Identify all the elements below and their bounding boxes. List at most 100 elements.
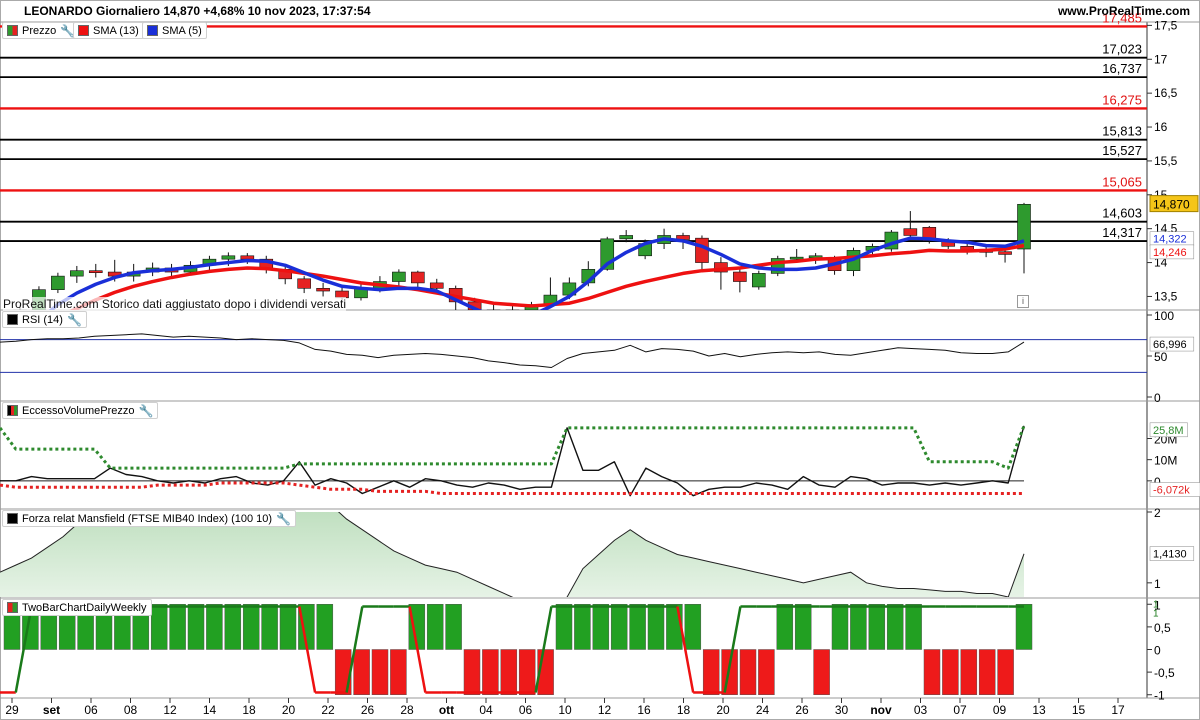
daily-bar: [463, 649, 481, 695]
daily-bar: [978, 649, 996, 695]
wrench-icon[interactable]: 🔧: [276, 512, 291, 526]
candle-body: [751, 273, 766, 288]
daily-bar: [574, 604, 591, 650]
mansfield-swatch-icon: [7, 513, 18, 524]
evp-legend[interactable]: EccessoVolumePrezzo 🔧: [2, 402, 159, 419]
x-tick-label: 06: [519, 703, 533, 717]
daily-bar: [555, 604, 573, 650]
chart-title: LEONARDO Giornaliero 14,870 +4,68% 10 no…: [24, 4, 371, 18]
candle-body: [619, 235, 633, 240]
x-tick-label: 16: [637, 703, 651, 717]
daily-bar: [353, 649, 370, 695]
price-tick-label: 16,5: [1154, 86, 1178, 100]
daily-bar: [169, 604, 186, 650]
sma5-legend[interactable]: SMA (5): [142, 22, 207, 39]
candle-body: [998, 251, 1012, 255]
candle-body: [733, 271, 747, 282]
twobar-last-label: 1: [1153, 608, 1159, 619]
sma5-last-label: 14,322: [1153, 234, 1187, 246]
mansfield-legend[interactable]: Forza relat Mansfield (FTSE MIB40 Index)…: [2, 510, 296, 527]
evp-legend-label: EccessoVolumePrezzo: [22, 404, 135, 417]
x-tick-label: 29: [5, 703, 19, 717]
sma5-swatch-icon: [147, 25, 158, 36]
x-tick-label: 14: [203, 703, 217, 717]
price-tick-label: 16: [1154, 120, 1168, 134]
sma5-line: [48, 236, 1025, 310]
twobar-tick-label: -1: [1154, 689, 1165, 703]
twobar-legend[interactable]: TwoBarChartDailyWeekly: [2, 599, 152, 616]
candle-body: [392, 271, 406, 282]
daily-bar: [997, 649, 1014, 695]
x-tick-label: 26: [361, 703, 375, 717]
daily-bar: [371, 649, 389, 695]
level-label: 15,813: [1102, 124, 1142, 139]
daily-bar: [206, 604, 223, 650]
x-tick-label: 18: [677, 703, 691, 717]
candle-body: [695, 237, 709, 263]
chart-header: LEONARDO Giornaliero 14,870 +4,68% 10 no…: [0, 0, 1200, 22]
data-note: ProRealTime.com Storico dati aggiustato …: [3, 297, 347, 311]
level-label: 16,275: [1102, 92, 1142, 107]
mansfield-last-label: 1,4130: [1153, 549, 1187, 561]
rsi-line: [0, 333, 1025, 368]
rsi-legend[interactable]: RSI (14) 🔧: [2, 311, 87, 328]
daily-bar: [500, 649, 518, 695]
rsi-last-label: 66,996: [1153, 339, 1187, 351]
x-tick-label: set: [43, 703, 60, 717]
candle-body: [88, 270, 103, 273]
candle-body: [411, 271, 425, 284]
daily-bar: [610, 604, 628, 650]
daily-bar: [592, 604, 610, 650]
sma13-line: [69, 243, 1025, 310]
x-tick-label: 20: [716, 703, 730, 717]
daily-bar: [831, 604, 849, 650]
rsi-legend-label: RSI (14): [22, 313, 63, 326]
daily-bar: [942, 649, 959, 695]
x-tick-label: 13: [1032, 703, 1046, 717]
wrench-icon[interactable]: 🔧: [67, 313, 82, 327]
wrench-icon[interactable]: 🔧: [139, 404, 154, 418]
price-tick-label: 13,5: [1154, 289, 1178, 303]
daily-bar: [279, 604, 297, 650]
candle-body: [903, 228, 918, 236]
sma13-legend-label: SMA (13): [93, 24, 139, 37]
level-label: 15,065: [1102, 174, 1142, 189]
price-legend-label: Prezzo: [22, 24, 57, 37]
daily-bar: [224, 604, 242, 650]
site-link[interactable]: www.ProRealTime.com: [1058, 4, 1190, 18]
daily-bar: [850, 604, 867, 650]
x-tick-label: 07: [953, 703, 967, 717]
level-label: 16,737: [1102, 61, 1142, 76]
x-tick-label: 03: [914, 703, 928, 717]
candle-body: [486, 309, 501, 310]
daily-bar: [905, 604, 922, 650]
evp-low-label: -6,072k: [1153, 485, 1190, 497]
daily-bar: [445, 604, 462, 650]
price-tick-label: 17: [1154, 52, 1168, 66]
chart-canvas: 13,51414,51515,51616,51717,517,48517,023…: [0, 0, 1200, 720]
level-label: 14,317: [1102, 225, 1142, 240]
x-tick-label: 12: [598, 703, 612, 717]
evp-lower-band: [0, 481, 1024, 495]
daily-bar: [482, 649, 499, 695]
daily-bar: [518, 649, 536, 695]
daily-bar: [960, 649, 978, 695]
x-tick-label: 24: [756, 703, 770, 717]
x-tick-label: nov: [870, 703, 892, 717]
daily-bar: [426, 604, 444, 650]
candle-body: [429, 282, 444, 289]
x-tick-label: 09: [993, 703, 1007, 717]
daily-bar: [150, 604, 168, 650]
daily-bar: [886, 604, 904, 650]
price-legend[interactable]: Prezzo 🔧: [2, 22, 81, 39]
candle-body: [221, 255, 236, 260]
candle-body: [240, 255, 255, 260]
daily-bar: [316, 604, 334, 650]
sma13-legend[interactable]: SMA (13): [73, 22, 144, 39]
info-icon[interactable]: i: [1017, 295, 1029, 308]
candle-body: [51, 275, 65, 290]
evp-swatch-icon: [7, 405, 18, 416]
x-tick-label: 30: [835, 703, 849, 717]
rsi-tick-label: 100: [1154, 309, 1174, 323]
daily-bar: [1015, 604, 1033, 650]
